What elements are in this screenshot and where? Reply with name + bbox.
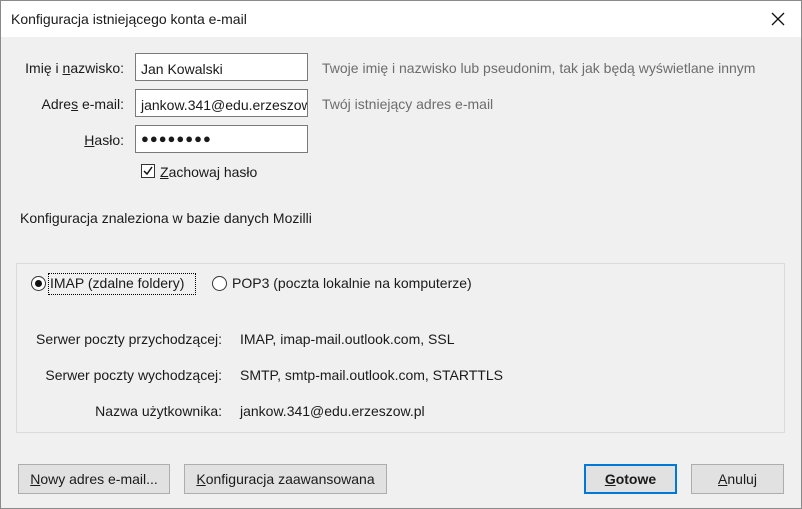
config-found-status: Konfiguracja znaleziona w bazie danych M…: [20, 210, 312, 226]
cancel-button[interactable]: Anuluj: [691, 464, 784, 494]
dialog-window: Konfiguracja istniejącego konta e-mail I…: [0, 0, 802, 509]
password-label: Hasło:: [84, 132, 124, 148]
remember-password-label[interactable]: Zachowaj hasło: [160, 164, 257, 180]
title-bar: Konfiguracja istniejącego konta e-mail: [1, 1, 801, 37]
outgoing-server-label: Serwer poczty wychodzącej:: [45, 367, 222, 383]
name-label: Imię i nazwisko:: [25, 60, 124, 76]
remember-password-checkbox[interactable]: [141, 164, 155, 178]
username-value: jankow.341@edu.erzeszow.pl: [240, 403, 425, 419]
radio-imap[interactable]: [31, 276, 46, 291]
outgoing-server-value: SMTP, smtp-mail.outlook.com, STARTTLS: [240, 367, 503, 383]
checkmark-icon: [143, 166, 153, 176]
password-value: ●●●●●●●●: [141, 131, 212, 146]
radio-selected-dot: [35, 280, 42, 287]
advanced-config-button[interactable]: Konfiguracja zaawansowana: [184, 464, 387, 494]
new-email-address-button[interactable]: Nowy adres e-mail...: [18, 464, 170, 494]
done-button[interactable]: Gotowe: [584, 464, 677, 494]
server-config-group: IMAP (zdalne foldery) POP3 (poczta lokal…: [16, 263, 785, 433]
pop3-label[interactable]: POP3 (poczta lokalnie na komputerze): [232, 275, 472, 291]
email-value: jankow.341@edu.erzeszow.pl: [141, 97, 308, 113]
window-title: Konfiguracja istniejącego konta e-mail: [11, 11, 247, 27]
incoming-server-value: IMAP, imap-mail.outlook.com, SSL: [240, 331, 455, 347]
name-field[interactable]: Jan Kowalski: [135, 53, 308, 81]
name-hint: Twoje imię i nazwisko lub pseudonim, tak…: [322, 60, 756, 76]
close-icon: [771, 12, 785, 26]
name-value: Jan Kowalski: [141, 61, 223, 77]
password-field[interactable]: ●●●●●●●●: [135, 125, 308, 153]
email-label: Adres e-mail:: [41, 96, 124, 112]
imap-label[interactable]: IMAP (zdalne foldery): [50, 275, 184, 291]
close-button[interactable]: [755, 1, 801, 37]
email-hint: Twój istniejący adres e-mail: [322, 96, 494, 112]
username-label: Nazwa użytkownika:: [95, 403, 222, 419]
radio-pop3[interactable]: [212, 276, 227, 291]
email-field[interactable]: jankow.341@edu.erzeszow.pl: [135, 89, 308, 117]
incoming-server-label: Serwer poczty przychodzącej:: [36, 331, 222, 347]
